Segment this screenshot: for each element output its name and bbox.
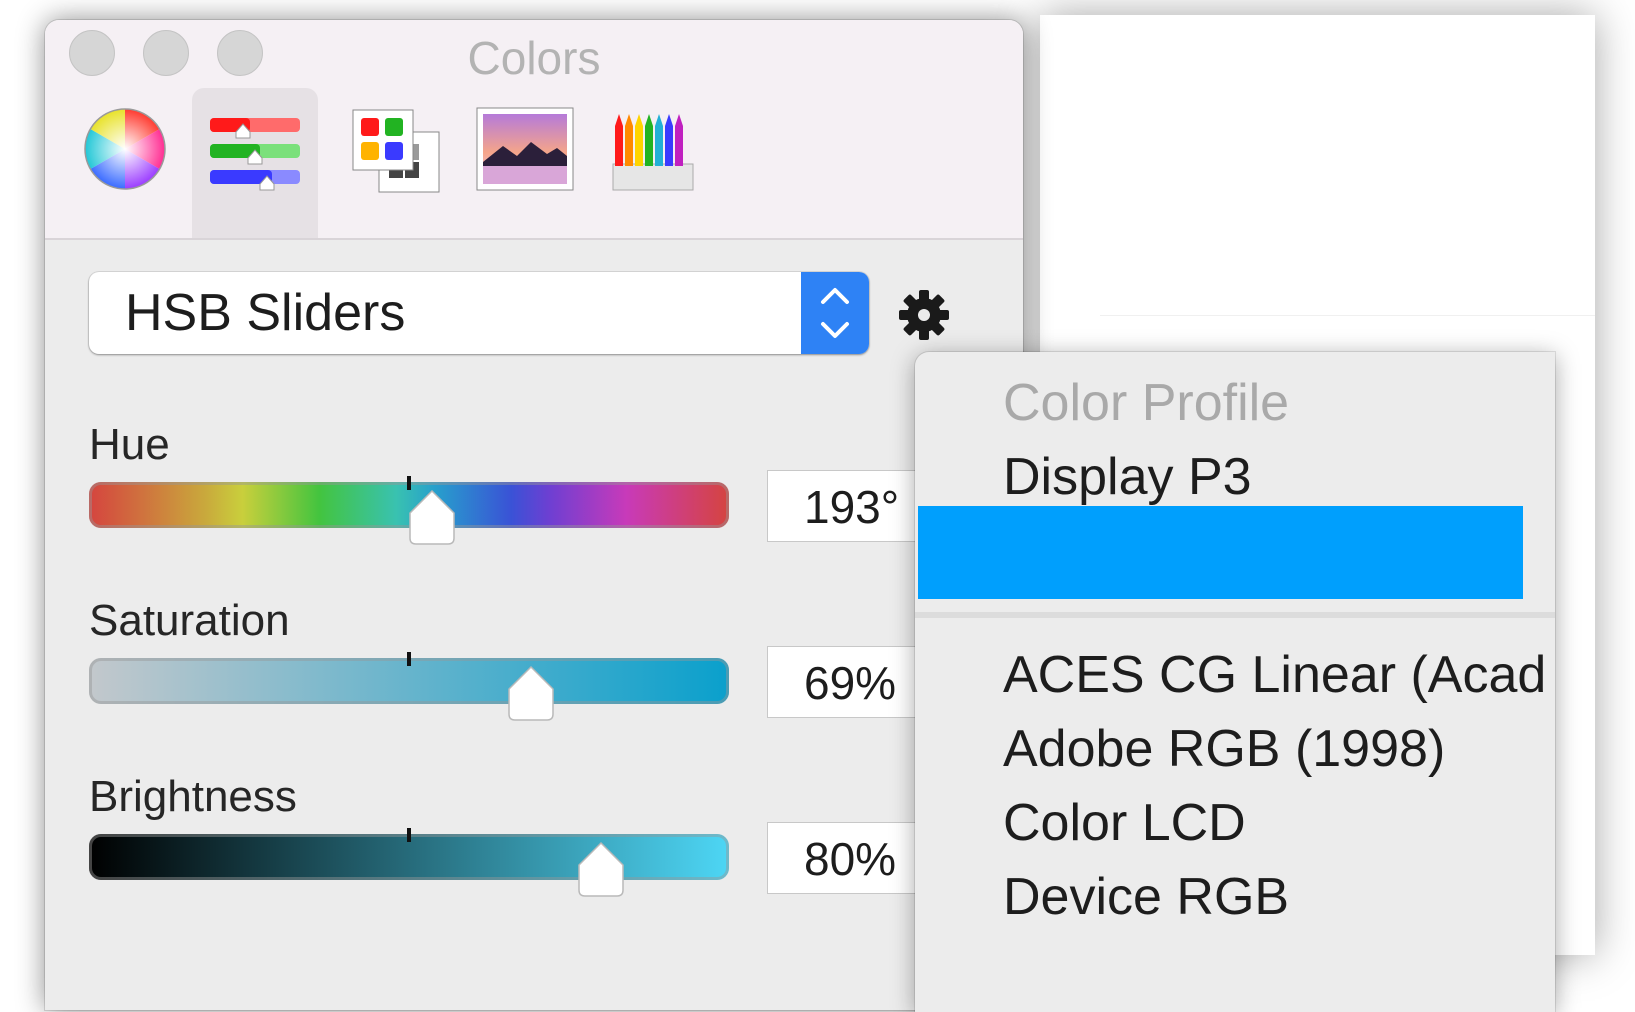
palettes-icon (352, 109, 440, 193)
menu-item-color-lcd[interactable]: Color LCD (1003, 786, 1246, 860)
menu-item-display-p3[interactable]: Display P3 (1003, 440, 1252, 514)
tab-color-wheel[interactable] (70, 88, 196, 238)
menu-separator (915, 612, 1555, 618)
gear-icon[interactable] (897, 288, 951, 342)
hue-label: Hue (89, 420, 170, 469)
menu-item-aces-cg-linear[interactable]: ACES CG Linear (Acad (1003, 638, 1546, 712)
saturation-tick (407, 652, 411, 666)
brightness-tick (407, 828, 411, 842)
color-wheel-icon (84, 108, 166, 190)
slider-mode-label: HSB Sliders (125, 284, 406, 342)
title-bar: Colors (45, 20, 1023, 240)
hue-slider[interactable] (89, 476, 729, 545)
image-palette-icon (476, 107, 574, 191)
brightness-slider-thumb[interactable] (576, 840, 626, 898)
pencils-icon (612, 114, 694, 191)
saturation-slider[interactable] (89, 652, 729, 721)
slider-mode-popup[interactable]: HSB Sliders (89, 272, 869, 354)
tab-color-palettes[interactable] (335, 88, 461, 238)
menu-item-adobe-rgb[interactable]: Adobe RGB (1998) (1003, 712, 1445, 786)
brightness-slider[interactable] (89, 828, 729, 897)
saturation-slider-thumb[interactable] (506, 664, 556, 722)
menu-header: Color Profile (1003, 374, 1290, 432)
saturation-label: Saturation (89, 596, 290, 645)
popup-arrows-icon (801, 272, 869, 354)
menu-item-highlighted[interactable] (918, 506, 1523, 599)
tab-pencils[interactable] (597, 88, 723, 238)
menu-item-device-rgb[interactable]: Device RGB (1003, 860, 1289, 934)
tab-image-palettes[interactable] (463, 88, 589, 238)
colors-panel: Colors HSB Sliders Hue 193° Saturation 6… (45, 20, 1023, 1010)
document-canvas[interactable] (1100, 25, 1595, 316)
brightness-label: Brightness (89, 772, 297, 821)
color-profile-menu: Color Profile Display P3 ACES CG Linear … (915, 352, 1555, 1012)
tab-color-sliders[interactable] (192, 88, 318, 238)
window-title: Colors (467, 32, 601, 84)
sliders-icon (210, 118, 300, 191)
screenshot: Colors HSB Sliders Hue 193° Saturation 6… (0, 0, 1635, 1012)
hue-slider-thumb[interactable] (407, 488, 457, 546)
